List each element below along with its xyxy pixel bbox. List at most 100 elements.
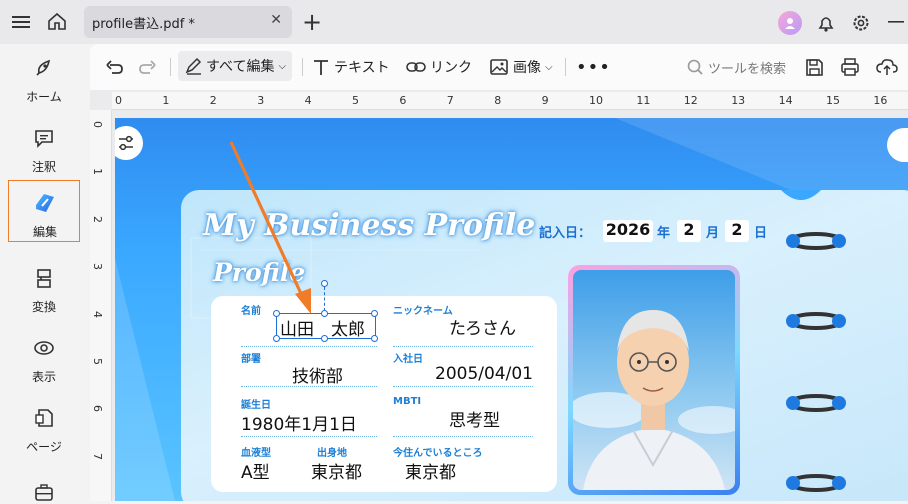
undo-icon[interactable] <box>104 56 124 78</box>
resize-handle[interactable] <box>273 335 280 342</box>
ruler-v-label: 6 <box>91 405 104 413</box>
upload-icon[interactable] <box>876 56 898 78</box>
portrait-illustration <box>573 310 735 490</box>
print-icon[interactable] <box>840 56 860 78</box>
edit-all-icon <box>185 57 202 75</box>
image-icon <box>490 59 508 75</box>
month-unit: 月 <box>706 226 720 241</box>
ruler-h-label: 2 <box>209 94 217 107</box>
edit-all-label: すべて編集 <box>206 59 275 75</box>
year-field[interactable]: 2026 <box>603 220 653 242</box>
blood-type-value[interactable]: A型 <box>241 458 270 483</box>
tool-search[interactable]: ツールを検索 <box>686 56 786 78</box>
binder-ring <box>786 394 846 412</box>
dept-value[interactable]: 技術部 <box>292 362 343 387</box>
add-text-button[interactable]: テキスト <box>312 56 390 78</box>
binder-ring <box>786 232 846 250</box>
comment-icon <box>32 126 56 150</box>
name-value[interactable]: 山田 太郎 <box>280 315 365 340</box>
image-button[interactable]: 画像 ⌵ <box>489 56 553 78</box>
sidebar-item-annotate[interactable]: 注釈 <box>8 116 80 178</box>
search-icon <box>687 59 703 75</box>
new-tab-icon[interactable]: + <box>300 8 324 36</box>
dotted-line <box>393 436 533 437</box>
sidebar-item-label: ホーム <box>26 90 62 104</box>
divider <box>170 58 171 76</box>
menu-icon[interactable] <box>10 12 32 32</box>
close-tab-icon[interactable]: ✕ <box>270 12 282 28</box>
join-date-value[interactable]: 2005/04/01 <box>435 364 533 384</box>
ruler-h-label: 11 <box>636 94 651 107</box>
resize-handle[interactable] <box>371 310 378 317</box>
add-text-label: テキスト <box>334 60 390 76</box>
sidebar-item-edit[interactable]: 編集 <box>8 180 80 242</box>
nickname-value[interactable]: たろさん <box>449 314 516 339</box>
ruler-v-label: 7 <box>91 452 104 460</box>
redo-icon[interactable] <box>138 56 158 78</box>
birthday-label: 誕生日 <box>241 400 271 411</box>
ruler-h-label: 5 <box>352 94 359 107</box>
ruler-h-label: 10 <box>589 94 603 107</box>
ruler-v-label: 3 <box>91 263 104 271</box>
ruler-h-label: 8 <box>494 94 502 107</box>
sidebar: ホーム 注釈 編集 変換 表示 ページ <box>0 44 90 501</box>
origin-value[interactable]: 東京都 <box>311 458 362 483</box>
ruler-h-label: 7 <box>446 94 454 107</box>
bell-icon[interactable] <box>814 11 838 35</box>
link-label: リンク <box>430 60 472 76</box>
nickname-label: ニックネーム <box>393 306 453 317</box>
year-unit: 年 <box>657 226 671 241</box>
toolbox-icon <box>32 480 56 504</box>
ruler-v-label: 5 <box>91 358 104 365</box>
edit-all-button[interactable]: すべて編集 ⌵ <box>178 51 293 81</box>
convert-icon <box>32 266 56 290</box>
dotted-line <box>241 386 377 387</box>
sidebar-item-label: 表示 <box>31 370 56 384</box>
residence-value[interactable]: 東京都 <box>405 458 456 483</box>
month-field[interactable]: 2 <box>677 220 701 242</box>
ruler-h-label: 16 <box>873 94 888 107</box>
save-icon[interactable] <box>804 56 824 78</box>
ruler-h-label: 13 <box>731 94 746 107</box>
sidebar-item-page[interactable]: ページ <box>8 396 80 458</box>
ruler-h-label: 14 <box>778 94 793 107</box>
origin-label: 出身地 <box>317 448 347 459</box>
portrait-frame <box>568 265 740 495</box>
sidebar-item-tools[interactable] <box>8 470 80 501</box>
blood-type-label: 血液型 <box>241 448 271 459</box>
binder-ring <box>786 474 846 492</box>
eye-icon <box>32 336 56 360</box>
sidebar-item-label: 変換 <box>31 300 56 314</box>
sidebar-item-view[interactable]: 表示 <box>8 326 80 388</box>
page-icon <box>32 406 56 430</box>
more-icon[interactable]: ••• <box>576 56 611 78</box>
residence-label: 今住んでいるところ <box>393 448 483 459</box>
sidebar-item-label: ページ <box>26 440 62 454</box>
sidebar-item-convert[interactable]: 変換 <box>8 256 80 318</box>
tab-title: profile書込.pdf * <box>92 17 195 32</box>
mbti-value[interactable]: 思考型 <box>449 406 500 431</box>
avatar[interactable] <box>778 11 802 35</box>
birthday-value[interactable]: 1980年1月1日 <box>241 410 357 435</box>
rocket-icon <box>32 56 56 80</box>
document-tab[interactable]: profile書込.pdf * ✕ <box>84 6 292 38</box>
sidebar-item-label: 注釈 <box>31 160 56 174</box>
ruler-h-label: 0 <box>115 94 122 107</box>
mbti-label: MBTI <box>393 396 422 407</box>
portrait-photo[interactable] <box>573 270 735 490</box>
ruler-v-label: 2 <box>91 215 104 223</box>
dotted-line <box>241 436 377 437</box>
day-unit: 日 <box>754 226 768 241</box>
gear-icon[interactable] <box>849 11 873 35</box>
resize-handle[interactable] <box>371 335 378 342</box>
day-field[interactable]: 2 <box>725 220 749 242</box>
ruler-h-label: 3 <box>257 94 265 107</box>
sidebar-item-home[interactable]: ホーム <box>8 46 80 108</box>
ruler-h-label: 1 <box>162 94 170 107</box>
ruler-h-label: 15 <box>826 94 840 107</box>
horizontal-ruler: 0 1 2 3 4 5 6 7 8 9 10 11 12 13 14 15 16 <box>112 92 908 110</box>
pdf-page: My Business Profile 記入日： 2026 年 2 月 2 日 … <box>115 118 908 501</box>
minimize-icon[interactable] <box>884 14 908 30</box>
link-button[interactable]: リンク <box>406 56 472 78</box>
home-icon[interactable] <box>46 10 68 32</box>
